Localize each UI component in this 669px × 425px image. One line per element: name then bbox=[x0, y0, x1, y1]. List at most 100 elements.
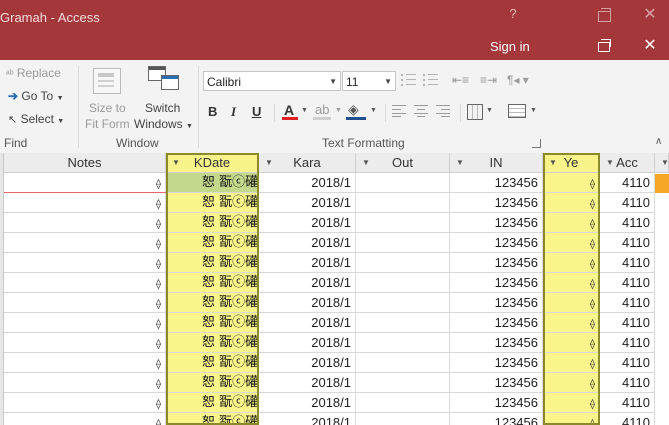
notes-cell[interactable]: ⟠ bbox=[4, 333, 166, 353]
out-cell[interactable] bbox=[356, 193, 450, 213]
out-cell[interactable] bbox=[356, 233, 450, 253]
alternate-row-color-button[interactable]: ▼ bbox=[508, 103, 540, 121]
out-cell[interactable] bbox=[356, 293, 450, 313]
kdate-cell[interactable]: 恕 翫ⓒ礶 bbox=[166, 333, 259, 353]
column-header-notes[interactable]: Notes bbox=[4, 153, 166, 173]
gridlines-button[interactable]: ▼ bbox=[467, 103, 497, 121]
go-to-button[interactable]: ➔ Go To ▼ bbox=[8, 89, 64, 103]
kara-cell[interactable]: 2018/1 bbox=[259, 193, 356, 213]
sign-in-link[interactable]: Sign in bbox=[490, 39, 530, 54]
notes-cell[interactable]: ⟠ bbox=[4, 393, 166, 413]
kdate-cell[interactable]: 恕 翫ⓒ礶 bbox=[166, 213, 259, 233]
sort-filter-dropdown-icon[interactable]: ▼ bbox=[661, 153, 669, 173]
in-cell[interactable]: 123456 bbox=[450, 333, 543, 353]
underline-button[interactable]: U bbox=[252, 104, 261, 119]
notes-cell[interactable]: ⟠ bbox=[4, 233, 166, 253]
kdate-cell[interactable]: 恕 翫ⓒ礶 bbox=[166, 413, 259, 425]
kdate-cell[interactable]: 恕 翫ⓒ礶 bbox=[166, 353, 259, 373]
acc-cell[interactable]: 4110 bbox=[600, 273, 655, 293]
acc-cell[interactable]: 4110 bbox=[600, 213, 655, 233]
in-cell[interactable]: 123456 bbox=[450, 373, 543, 393]
switch-windows-button[interactable]: Switch Windows ▼ bbox=[132, 66, 194, 132]
ye-cell[interactable]: ⟠ bbox=[543, 173, 600, 193]
text-direction-icon[interactable]: ¶◂ ▾ bbox=[507, 73, 529, 87]
collapse-ribbon-icon[interactable]: ∧ bbox=[655, 136, 662, 147]
numbering-icon[interactable] bbox=[423, 73, 439, 87]
close-window-icon[interactable]: ✕ bbox=[642, 37, 658, 55]
ye-cell[interactable]: ⟠ bbox=[543, 213, 600, 233]
ye-cell[interactable]: ⟠ bbox=[543, 333, 600, 353]
select-button[interactable]: ↖ Select ▼ bbox=[8, 112, 64, 126]
table-row[interactable]: ⟠ 恕 翫ⓒ礶 2018/1 123456 ⟠ 4110 bbox=[0, 333, 669, 353]
acc-cell[interactable]: 4110 bbox=[600, 393, 655, 413]
notes-cell[interactable]: ⟠ bbox=[4, 273, 166, 293]
column-header-scroll[interactable]: ▼ bbox=[655, 153, 669, 173]
kara-cell[interactable]: 2018/1 bbox=[259, 333, 356, 353]
out-cell[interactable] bbox=[356, 373, 450, 393]
highlight-color-button[interactable]: ab ▼ bbox=[313, 102, 343, 122]
kara-cell[interactable]: 2018/1 bbox=[259, 213, 356, 233]
kdate-cell[interactable]: 恕 翫ⓒ礶 bbox=[166, 273, 259, 293]
size-to-fit-form-button[interactable]: Size to Fit Form bbox=[84, 66, 130, 132]
acc-cell[interactable]: 4110 bbox=[600, 413, 655, 425]
column-header-ye[interactable]: ▼ Ye bbox=[543, 153, 600, 173]
sort-filter-dropdown-icon[interactable]: ▼ bbox=[606, 153, 614, 173]
kara-cell[interactable]: 2018/1 bbox=[259, 353, 356, 373]
ye-cell[interactable]: ⟠ bbox=[543, 193, 600, 213]
ye-cell[interactable]: ⟠ bbox=[543, 273, 600, 293]
ye-cell[interactable]: ⟠ bbox=[543, 293, 600, 313]
kara-cell[interactable]: 2018/1 bbox=[259, 273, 356, 293]
sort-filter-dropdown-icon[interactable]: ▼ bbox=[549, 153, 557, 173]
table-row[interactable]: ⟠ 恕 翫ⓒ礶 2018/1 123456 ⟠ 4110 bbox=[0, 213, 669, 233]
kara-cell[interactable]: 2018/1 bbox=[259, 373, 356, 393]
column-header-out[interactable]: ▼ Out bbox=[356, 153, 450, 173]
kdate-cell[interactable]: 恕 翫ⓒ礶 bbox=[166, 253, 259, 273]
ye-cell[interactable]: ⟠ bbox=[543, 253, 600, 273]
notes-cell[interactable]: ⟠ bbox=[4, 193, 166, 213]
acc-cell[interactable]: 4110 bbox=[600, 253, 655, 273]
bullets-icon[interactable] bbox=[401, 73, 417, 87]
kara-cell[interactable]: 2018/1 bbox=[259, 393, 356, 413]
kdate-cell[interactable]: 恕 翫ⓒ礶 bbox=[166, 393, 259, 413]
sort-filter-dropdown-icon[interactable]: ▼ bbox=[362, 153, 370, 173]
table-row[interactable]: ⟠ 恕 翫ⓒ礶 2018/1 123456 ⟠ 4110 bbox=[0, 313, 669, 333]
kara-cell[interactable]: 2018/1 bbox=[259, 293, 356, 313]
font-name-select[interactable]: Calibri ▼ bbox=[203, 71, 341, 91]
in-cell[interactable]: 123456 bbox=[450, 173, 543, 193]
table-row[interactable]: ⟠ 恕 翫ⓒ礶 2018/1 123456 ⟠ 4110 bbox=[0, 253, 669, 273]
table-row[interactable]: ⟠ 恕 翫ⓒ礶 2018/1 123456 ⟠ 4110 bbox=[0, 273, 669, 293]
table-row[interactable]: ⟠ 恕 翫ⓒ礶 2018/1 123456 ⟠ 4110 bbox=[0, 353, 669, 373]
column-header-kara[interactable]: ▼ Kara bbox=[259, 153, 356, 173]
in-cell[interactable]: 123456 bbox=[450, 313, 543, 333]
out-cell[interactable] bbox=[356, 173, 450, 193]
align-right-icon[interactable] bbox=[436, 105, 450, 117]
out-cell[interactable] bbox=[356, 413, 450, 425]
out-cell[interactable] bbox=[356, 253, 450, 273]
notes-cell[interactable]: ⟠ bbox=[4, 313, 166, 333]
in-cell[interactable]: 123456 bbox=[450, 353, 543, 373]
table-row[interactable]: ⟠ 恕 翫ⓒ礶 2018/1 123456 ⟠ 4110 bbox=[0, 193, 669, 213]
kara-cell[interactable]: 2018/1 bbox=[259, 233, 356, 253]
in-cell[interactable]: 123456 bbox=[450, 393, 543, 413]
sort-filter-dropdown-icon[interactable]: ▼ bbox=[172, 153, 180, 173]
italic-button[interactable]: I bbox=[231, 104, 236, 120]
table-row[interactable]: ⟠ 恕 翫ⓒ礶 2018/1 123456 ⟠ 4110 bbox=[0, 173, 669, 193]
notes-cell[interactable]: ⟠ bbox=[4, 173, 166, 193]
notes-cell[interactable]: ⟠ bbox=[4, 373, 166, 393]
out-cell[interactable] bbox=[356, 313, 450, 333]
in-cell[interactable]: 123456 bbox=[450, 253, 543, 273]
notes-cell[interactable]: ⟠ bbox=[4, 253, 166, 273]
acc-cell[interactable]: 4110 bbox=[600, 313, 655, 333]
acc-cell[interactable]: 4110 bbox=[600, 293, 655, 313]
out-cell[interactable] bbox=[356, 393, 450, 413]
table-row[interactable]: ⟠ 恕 翫ⓒ礶 2018/1 123456 ⟠ 4110 bbox=[0, 233, 669, 253]
column-header-acc[interactable]: ▼ Acc bbox=[600, 153, 655, 173]
ye-cell[interactable]: ⟠ bbox=[543, 413, 600, 425]
column-header-kdate[interactable]: ▼ KDate bbox=[166, 153, 259, 173]
acc-cell[interactable]: 4110 bbox=[600, 333, 655, 353]
acc-cell[interactable]: 4110 bbox=[600, 373, 655, 393]
acc-cell[interactable]: 4110 bbox=[600, 193, 655, 213]
acc-cell[interactable]: 4110 bbox=[600, 233, 655, 253]
increase-indent-icon[interactable]: ≡⇥ bbox=[480, 73, 497, 87]
kara-cell[interactable]: 2018/1 bbox=[259, 413, 356, 425]
